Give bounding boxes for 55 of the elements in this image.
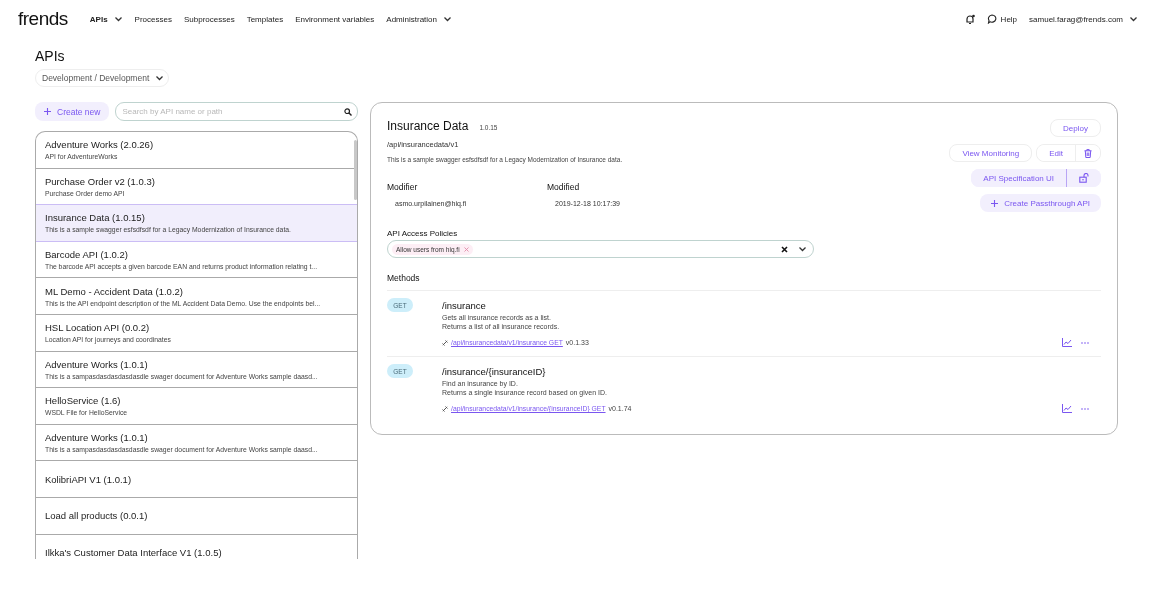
method-path: /insurance — [442, 300, 487, 311]
field-label: Modified — [547, 182, 581, 192]
caret-icon — [1129, 15, 1138, 23]
api-title: Adventure Works (1.0.1) — [45, 358, 149, 370]
api-title: Adventure Works (2.0.26) — [45, 139, 155, 151]
trash-icon — [1084, 148, 1092, 158]
caret-icon — [113, 15, 123, 23]
api-title: ML Demo - Accident Data (1.0.2) — [45, 285, 184, 297]
section-label: API Access Policies — [387, 229, 459, 238]
link-icon — [442, 339, 448, 346]
api-name: Insurance Data — [387, 119, 469, 133]
api-title: Purchase Order v2 (1.0.3) — [45, 175, 156, 187]
help-link[interactable]: Help — [986, 14, 1018, 24]
api-title: KolibriAPI V1 (1.0.1) — [45, 473, 133, 485]
unlocked-padlock-icon — [1079, 173, 1089, 183]
plus-icon — [991, 199, 999, 207]
chat-bubble-icon — [986, 14, 997, 24]
caret-icon — [155, 74, 165, 82]
caret-icon[interactable] — [798, 245, 807, 253]
caret-icon — [443, 15, 452, 23]
nav-link[interactable]: Environment variables — [295, 14, 375, 24]
field-label: Modifier — [387, 182, 419, 192]
bell-icon[interactable] — [964, 13, 975, 25]
api-title: Insurance Data (1.0.15) — [45, 212, 146, 224]
method-path: /insurance/{insuranceID} — [442, 366, 547, 377]
view-monitoring-button[interactable]: View Monitoring — [949, 144, 1033, 162]
chart-icon[interactable] — [1062, 338, 1072, 347]
scrollbar-thumb[interactable] — [354, 140, 357, 200]
clear-icon[interactable] — [781, 245, 788, 253]
api-title: Ilkka's Customer Data Interface V1 (1.0.5) — [45, 546, 223, 558]
deploy-button[interactable]: Deploy — [1050, 119, 1101, 137]
nav-link[interactable]: Administration — [386, 14, 452, 24]
page-title: APIs — [35, 48, 65, 64]
plus-icon — [44, 108, 51, 115]
logo[interactable]: frends — [18, 8, 68, 30]
chart-icon[interactable] — [1062, 404, 1072, 413]
api-title: Barcode API (1.0.2) — [45, 249, 129, 261]
nav-link[interactable]: Processes — [134, 14, 172, 24]
api-title: HelloService (1.6) — [45, 395, 122, 407]
create-passthrough-api-button[interactable]: Create Passthrough API — [980, 194, 1101, 212]
api-list-item[interactable]: Ilkka's Customer Data Interface V1 (1.0.5) — [36, 534, 357, 559]
search-icon — [344, 108, 352, 116]
nav-link[interactable]: APIs — [89, 14, 123, 24]
section-label: Methods — [387, 273, 421, 283]
api-title: Adventure Works (1.0.1) — [45, 432, 149, 444]
nav-link[interactable]: Templates — [246, 14, 284, 24]
api-title: Load all products (0.0.1) — [45, 510, 149, 522]
api-list-item[interactable]: KolibriAPI V1 (1.0.1) — [36, 461, 357, 498]
api-list-item[interactable]: Load all products (0.0.1) — [36, 497, 357, 535]
create-new-button[interactable]: Create new — [35, 102, 110, 121]
api-title: HSL Location API (0.0.2) — [45, 322, 151, 334]
lock-button[interactable] — [1066, 169, 1101, 187]
nav-link[interactable]: Subprocesses — [183, 14, 235, 24]
link-icon — [442, 405, 448, 412]
user-menu[interactable]: samuel.farag@frends.com — [1029, 14, 1138, 24]
